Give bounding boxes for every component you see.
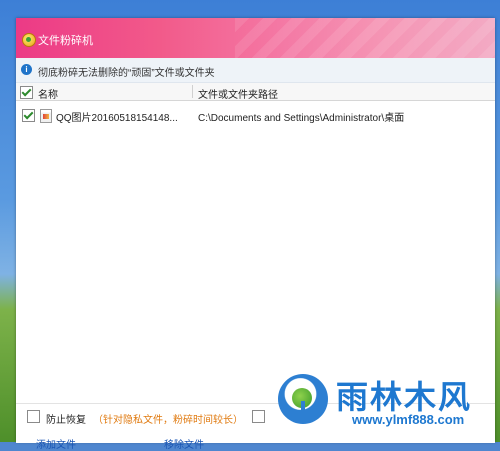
secondary-checkbox[interactable] bbox=[252, 410, 265, 423]
info-bar: i 彻底粉碎无法删除的“顽固”文件或文件夹 bbox=[16, 58, 495, 83]
title-bar[interactable]: 文件粉碎机 bbox=[16, 18, 495, 58]
file-path: C:\Documents and Settings\Administrator\… bbox=[198, 113, 405, 124]
table-row[interactable]: QQ图片20160518154148... C:\Documents and S… bbox=[16, 106, 495, 124]
watermark-url: www.ylmf888.com bbox=[352, 412, 465, 427]
title-bar-pattern bbox=[235, 18, 495, 58]
info-text: 彻底粉碎无法删除的“顽固”文件或文件夹 bbox=[38, 68, 215, 79]
prevent-restore-checkbox[interactable] bbox=[27, 410, 40, 423]
column-header-name[interactable]: 名称 bbox=[38, 86, 58, 101]
image-file-icon bbox=[40, 109, 52, 123]
watermark-logo-icon bbox=[278, 374, 328, 424]
prevent-restore-hint: （针对隐私文件，粉碎时间较长） bbox=[93, 415, 243, 426]
row-checkbox[interactable] bbox=[22, 109, 35, 122]
prevent-restore-label: 防止恢复 bbox=[46, 415, 86, 426]
app-logo-icon bbox=[22, 33, 36, 47]
table-header: 名称 文件或文件夹路径 bbox=[16, 83, 495, 101]
window-title: 文件粉碎机 bbox=[38, 35, 93, 47]
info-icon: i bbox=[21, 64, 32, 75]
column-header-path[interactable]: 文件或文件夹路径 bbox=[198, 86, 278, 101]
add-file-link[interactable]: 添加文件 bbox=[36, 436, 76, 451]
file-name: QQ图片20160518154148... bbox=[56, 113, 178, 124]
select-all-checkbox[interactable] bbox=[20, 86, 33, 99]
watermark: 雨林木风 www.ylmf888.com bbox=[276, 372, 500, 442]
remove-file-link[interactable]: 移除文件 bbox=[164, 436, 204, 451]
column-divider[interactable] bbox=[192, 85, 193, 98]
